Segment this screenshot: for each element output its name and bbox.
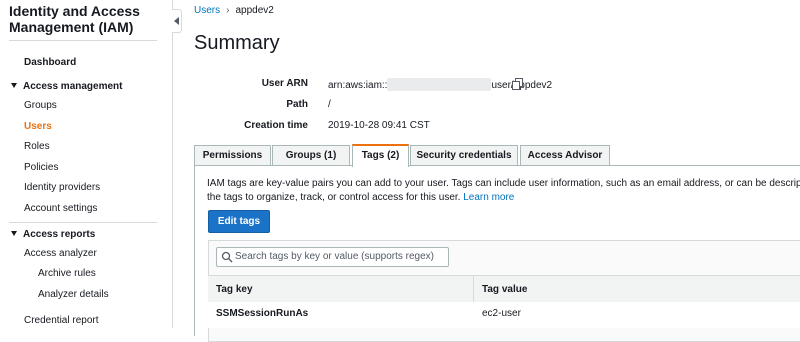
table-row: SSMSessionRunAs ec2-user [208,302,800,328]
collapse-sidebar-button[interactable] [172,9,182,33]
sidebar-item-identity-providers[interactable]: Identity providers [24,182,100,193]
sidebar-item-groups[interactable]: Groups [24,100,57,111]
tab-access-advisor[interactable]: Access Advisor [520,145,610,165]
sidebar-item-dashboard[interactable]: Dashboard [24,57,76,68]
sidebar-item-roles[interactable]: Roles [24,141,50,152]
sidebar-item-access-analyzer[interactable]: Access analyzer [24,248,97,259]
tab-security-credentials[interactable]: Security credentials [410,145,518,165]
breadcrumb-users-link[interactable]: Users [194,5,220,16]
sidebar-item-credential-report[interactable]: Credential report [24,315,98,326]
sidebar-divider [9,222,157,223]
sidebar-item-account-settings[interactable]: Account settings [24,203,97,214]
description-line: the tags to organize, track, or control … [207,191,800,205]
user-arn-label: User ARN [261,78,308,89]
arn-prefix: arn:aws:iam:: [328,80,388,91]
collapse-arrow-icon [174,17,179,25]
sidebar-section-access-management[interactable]: Access management [11,81,123,92]
tab-permissions[interactable]: Permissions [194,145,271,165]
tags-description: IAM tags are key-value pairs you can add… [207,177,800,205]
tag-key-cell: SSMSessionRunAs [216,308,309,319]
section-label: Access management [23,81,123,92]
column-header-tag-key[interactable]: Tag key [216,284,253,295]
description-text: the tags to organize, track, or control … [207,192,461,203]
creation-time-value: 2019-10-28 09:41 CST [328,120,430,131]
search-placeholder: Search tags by key or value (supports re… [235,251,434,262]
sidebar-item-policies[interactable]: Policies [24,162,58,173]
creation-time-label: Creation time [244,120,308,131]
chevron-right-icon: › [226,5,230,16]
tab-groups[interactable]: Groups (1) [272,145,350,165]
redacted-account-id [387,78,492,91]
column-divider [473,276,474,302]
edit-tags-button[interactable]: Edit tags [208,210,270,233]
sidebar-item-users[interactable]: Users [24,121,52,132]
search-icon [221,251,233,263]
learn-more-link[interactable]: Learn more [463,192,514,203]
section-label: Access reports [23,229,96,240]
column-header-tag-value[interactable]: Tag value [482,284,527,295]
tab-tags[interactable]: Tags (2) [352,144,409,167]
breadcrumb-current: appdev2 [235,5,274,16]
sidebar-item-analyzer-details[interactable]: Analyzer details [38,289,109,300]
table-header: Tag key Tag value [208,275,800,303]
copy-icon[interactable] [512,78,524,90]
caret-down-icon [11,231,17,236]
sidebar-section-access-reports[interactable]: Access reports [11,229,95,240]
sidebar-divider [9,40,157,41]
sidebar-item-archive-rules[interactable]: Archive rules [38,268,96,279]
path-value: / [328,99,331,110]
breadcrumb: Users › appdev2 [194,5,274,16]
main-content: Users › appdev2 Summary User ARN arn:aws:i… [182,0,800,342]
service-title[interactable]: Identity and Access Management (IAM) [9,3,159,35]
caret-down-icon [11,83,17,88]
description-line: IAM tags are key-value pairs you can add… [207,178,800,189]
path-label: Path [286,99,308,110]
page-title: Summary [194,32,280,54]
sidebar-nav: Identity and Access Management (IAM) Das… [0,0,173,328]
tag-value-cell: ec2-user [482,308,521,319]
tags-search-input[interactable]: Search tags by key or value (supports re… [216,247,449,267]
